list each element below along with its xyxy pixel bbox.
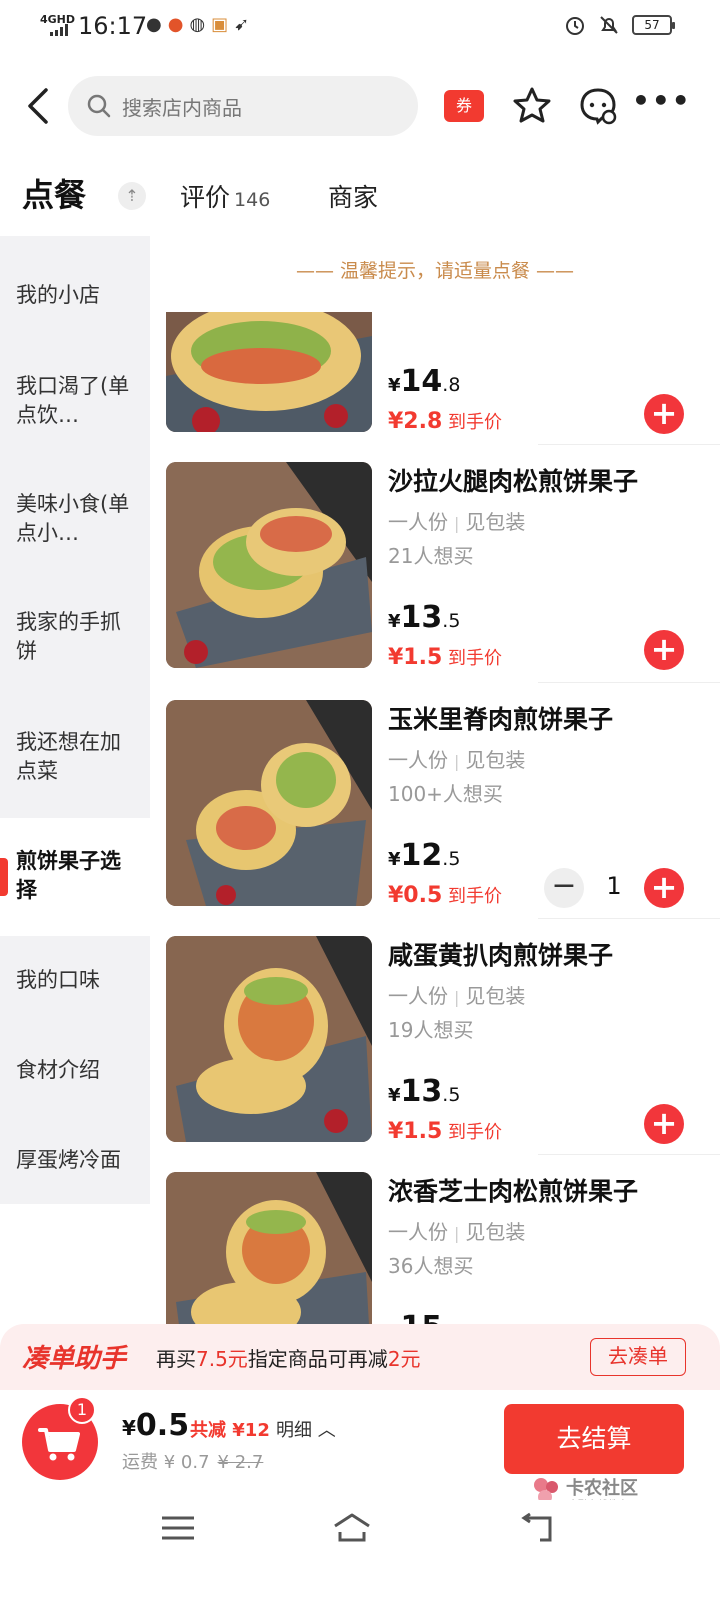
reviews-count: 146 bbox=[234, 189, 271, 211]
product-name: 咸蛋黄扒肉煎饼果子 bbox=[388, 941, 614, 970]
product-price: ¥14.8 bbox=[388, 364, 461, 399]
bird-icon: ➹ bbox=[234, 14, 256, 35]
final-price: ¥0.5 到手价 bbox=[388, 883, 503, 908]
order-helper-title: 凑单助手 bbox=[22, 1344, 127, 1374]
product-spec: 一人份 | 见包装 bbox=[388, 510, 526, 534]
taobao-icon: ● bbox=[167, 14, 190, 35]
tab-bar: 点餐 ⇡ 评价 146 商家 bbox=[0, 170, 720, 226]
back-icon[interactable] bbox=[20, 84, 60, 128]
sidebar-item-jianbing[interactable]: 煎饼果子选择 bbox=[0, 847, 150, 905]
tab-order-label: 点餐 bbox=[22, 176, 87, 214]
product-popularity: 19人想买 bbox=[388, 1018, 474, 1042]
product-image[interactable] bbox=[166, 462, 372, 668]
order-helper-bar: 凑单助手 再买7.5元指定商品可再减2元 去凑单 bbox=[0, 1324, 720, 1390]
product-image[interactable] bbox=[166, 1172, 372, 1324]
product-image[interactable] bbox=[166, 936, 372, 1142]
product-image[interactable] bbox=[166, 700, 372, 906]
checkout-button[interactable]: 去结算 bbox=[504, 1404, 684, 1474]
product-popularity: 21人想买 bbox=[388, 544, 474, 568]
system-nav-bar bbox=[0, 1500, 720, 1600]
cart-count-badge: 1 bbox=[68, 1396, 96, 1424]
delivery-fee: 运费 ¥ 0.7 ¥ 2.7 bbox=[122, 1452, 264, 1473]
product-spec: 一人份 | 见包装 bbox=[388, 984, 526, 1008]
status-right: 57 bbox=[564, 14, 675, 36]
clock: 16:17 bbox=[78, 12, 148, 40]
more-menu-icon[interactable]: ••• bbox=[632, 87, 690, 124]
signal-icon bbox=[50, 24, 68, 36]
product-name: 沙拉火腿肉松煎饼果子 bbox=[388, 467, 639, 496]
product-spec: 一人份 | 见包装 bbox=[388, 1220, 526, 1244]
decrease-quantity-button[interactable]: − bbox=[544, 868, 584, 908]
food-photo bbox=[166, 700, 372, 906]
coupon-button[interactable]: 券 bbox=[444, 90, 484, 122]
product-popularity: 36人想买 bbox=[388, 1254, 474, 1278]
food-photo bbox=[166, 462, 372, 668]
sidebar-item-drinks[interactable]: 我口渴了(单点饮… bbox=[0, 372, 150, 430]
favorite-star-icon[interactable] bbox=[512, 86, 552, 126]
customer-service-icon[interactable] bbox=[578, 86, 618, 126]
add-to-cart-button[interactable]: + bbox=[644, 630, 684, 670]
add-to-cart-button[interactable]: + bbox=[644, 868, 684, 908]
notification-icons: ●●◍▣➹ bbox=[146, 14, 255, 35]
item-divider bbox=[538, 1154, 720, 1155]
add-items-button[interactable]: 去凑单 bbox=[590, 1338, 686, 1376]
cart-bar: 1 ¥0.5 共减 ¥12 明细 ︿ 运费 ¥ 0.7 ¥ 2.7 去结算 卡农社… bbox=[0, 1390, 720, 1511]
sidebar-item-taste[interactable]: 我的口味 bbox=[0, 966, 150, 995]
cart-total: ¥0.5 bbox=[122, 1408, 190, 1443]
back-nav-icon[interactable] bbox=[520, 1510, 560, 1546]
product-popularity: 100+人想买 bbox=[388, 782, 503, 806]
sidebar-item-snacks[interactable]: 美味小食(单点小… bbox=[0, 490, 150, 548]
food-photo bbox=[166, 1172, 372, 1324]
qq-icon: ● bbox=[146, 14, 168, 35]
item-divider bbox=[538, 444, 720, 445]
sidebar-item-my-shop[interactable]: 我的小店 bbox=[0, 281, 150, 310]
quantity-value: 1 bbox=[606, 872, 622, 900]
product-name: 玉米里脊肉煎饼果子 bbox=[388, 705, 614, 734]
item-divider bbox=[538, 918, 720, 919]
home-icon[interactable] bbox=[332, 1510, 372, 1546]
sidebar-item-cold-noodle[interactable]: 厚蛋烤冷面 bbox=[0, 1146, 150, 1175]
tip-banner: —— 温馨提示，请适量点餐 —— bbox=[295, 260, 575, 282]
search-placeholder: 搜索店内商品 bbox=[122, 95, 242, 120]
top-bar: 搜索店内商品 券 ••• bbox=[0, 76, 720, 136]
add-to-cart-button[interactable]: + bbox=[644, 1104, 684, 1144]
search-input[interactable]: 搜索店内商品 bbox=[68, 76, 418, 136]
product-price: ¥13.5 bbox=[388, 600, 461, 635]
sidebar-item-ingredients[interactable]: 食材介绍 bbox=[0, 1056, 150, 1085]
status-bar: 4GHD 16:17 ●●◍▣➹ 57 bbox=[0, 0, 720, 56]
add-to-cart-button[interactable]: + bbox=[644, 394, 684, 434]
alarm-icon bbox=[566, 17, 584, 35]
category-sidebar: 我的小店 我口渴了(单点饮… 美味小食(单点小… 我家的手抓饼 我还想在加点菜 … bbox=[0, 236, 150, 1326]
chevron-up-icon: ︿ bbox=[317, 1420, 336, 1441]
mute-icon bbox=[600, 16, 618, 34]
product-price: ¥12.5 bbox=[388, 838, 461, 873]
discount-total: 共减 ¥12 bbox=[190, 1420, 270, 1441]
product-name: 浓香芝士肉松煎饼果子 bbox=[388, 1177, 639, 1206]
order-helper-text: 再买7.5元指定商品可再减2元 bbox=[156, 1347, 421, 1371]
sidebar-item-pancakes[interactable]: 我家的手抓饼 bbox=[0, 608, 150, 666]
sidebar-item-add-dishes[interactable]: 我还想在加点菜 bbox=[0, 728, 150, 786]
wechat-icon: ◍ bbox=[189, 14, 212, 35]
product-price: ¥13.5 bbox=[388, 1074, 461, 1109]
tab-reviews-label: 评价 bbox=[180, 183, 231, 212]
collapse-icon[interactable]: ⇡ bbox=[118, 182, 146, 210]
final-price: ¥1.5 到手价 bbox=[388, 1119, 503, 1144]
product-image[interactable] bbox=[166, 312, 372, 432]
price-detail-toggle[interactable]: 明细 ︿ bbox=[276, 1416, 336, 1442]
tab-merchant[interactable]: 商家 bbox=[328, 178, 378, 214]
battery-icon: 57 bbox=[632, 15, 675, 35]
tab-reviews[interactable]: 评价 146 bbox=[180, 178, 270, 214]
app-icon: ▣ bbox=[211, 14, 235, 35]
menu-icon[interactable] bbox=[158, 1510, 198, 1546]
food-photo bbox=[166, 312, 372, 432]
tab-order[interactable]: 点餐 ⇡ bbox=[22, 170, 146, 216]
item-divider bbox=[538, 682, 720, 683]
product-list: ¥14.8 ¥2.8 到手价 + 沙拉火腿肉松煎饼果子 一人份 | 见包装 21人想… bbox=[150, 312, 720, 1324]
product-spec: 一人份 | 见包装 bbox=[388, 748, 526, 772]
search-icon bbox=[87, 94, 111, 118]
product-price: ¥15 bbox=[388, 1310, 442, 1324]
food-photo bbox=[166, 936, 372, 1142]
final-price: ¥2.8 到手价 bbox=[388, 409, 503, 434]
final-price: ¥1.5 到手价 bbox=[388, 645, 503, 670]
